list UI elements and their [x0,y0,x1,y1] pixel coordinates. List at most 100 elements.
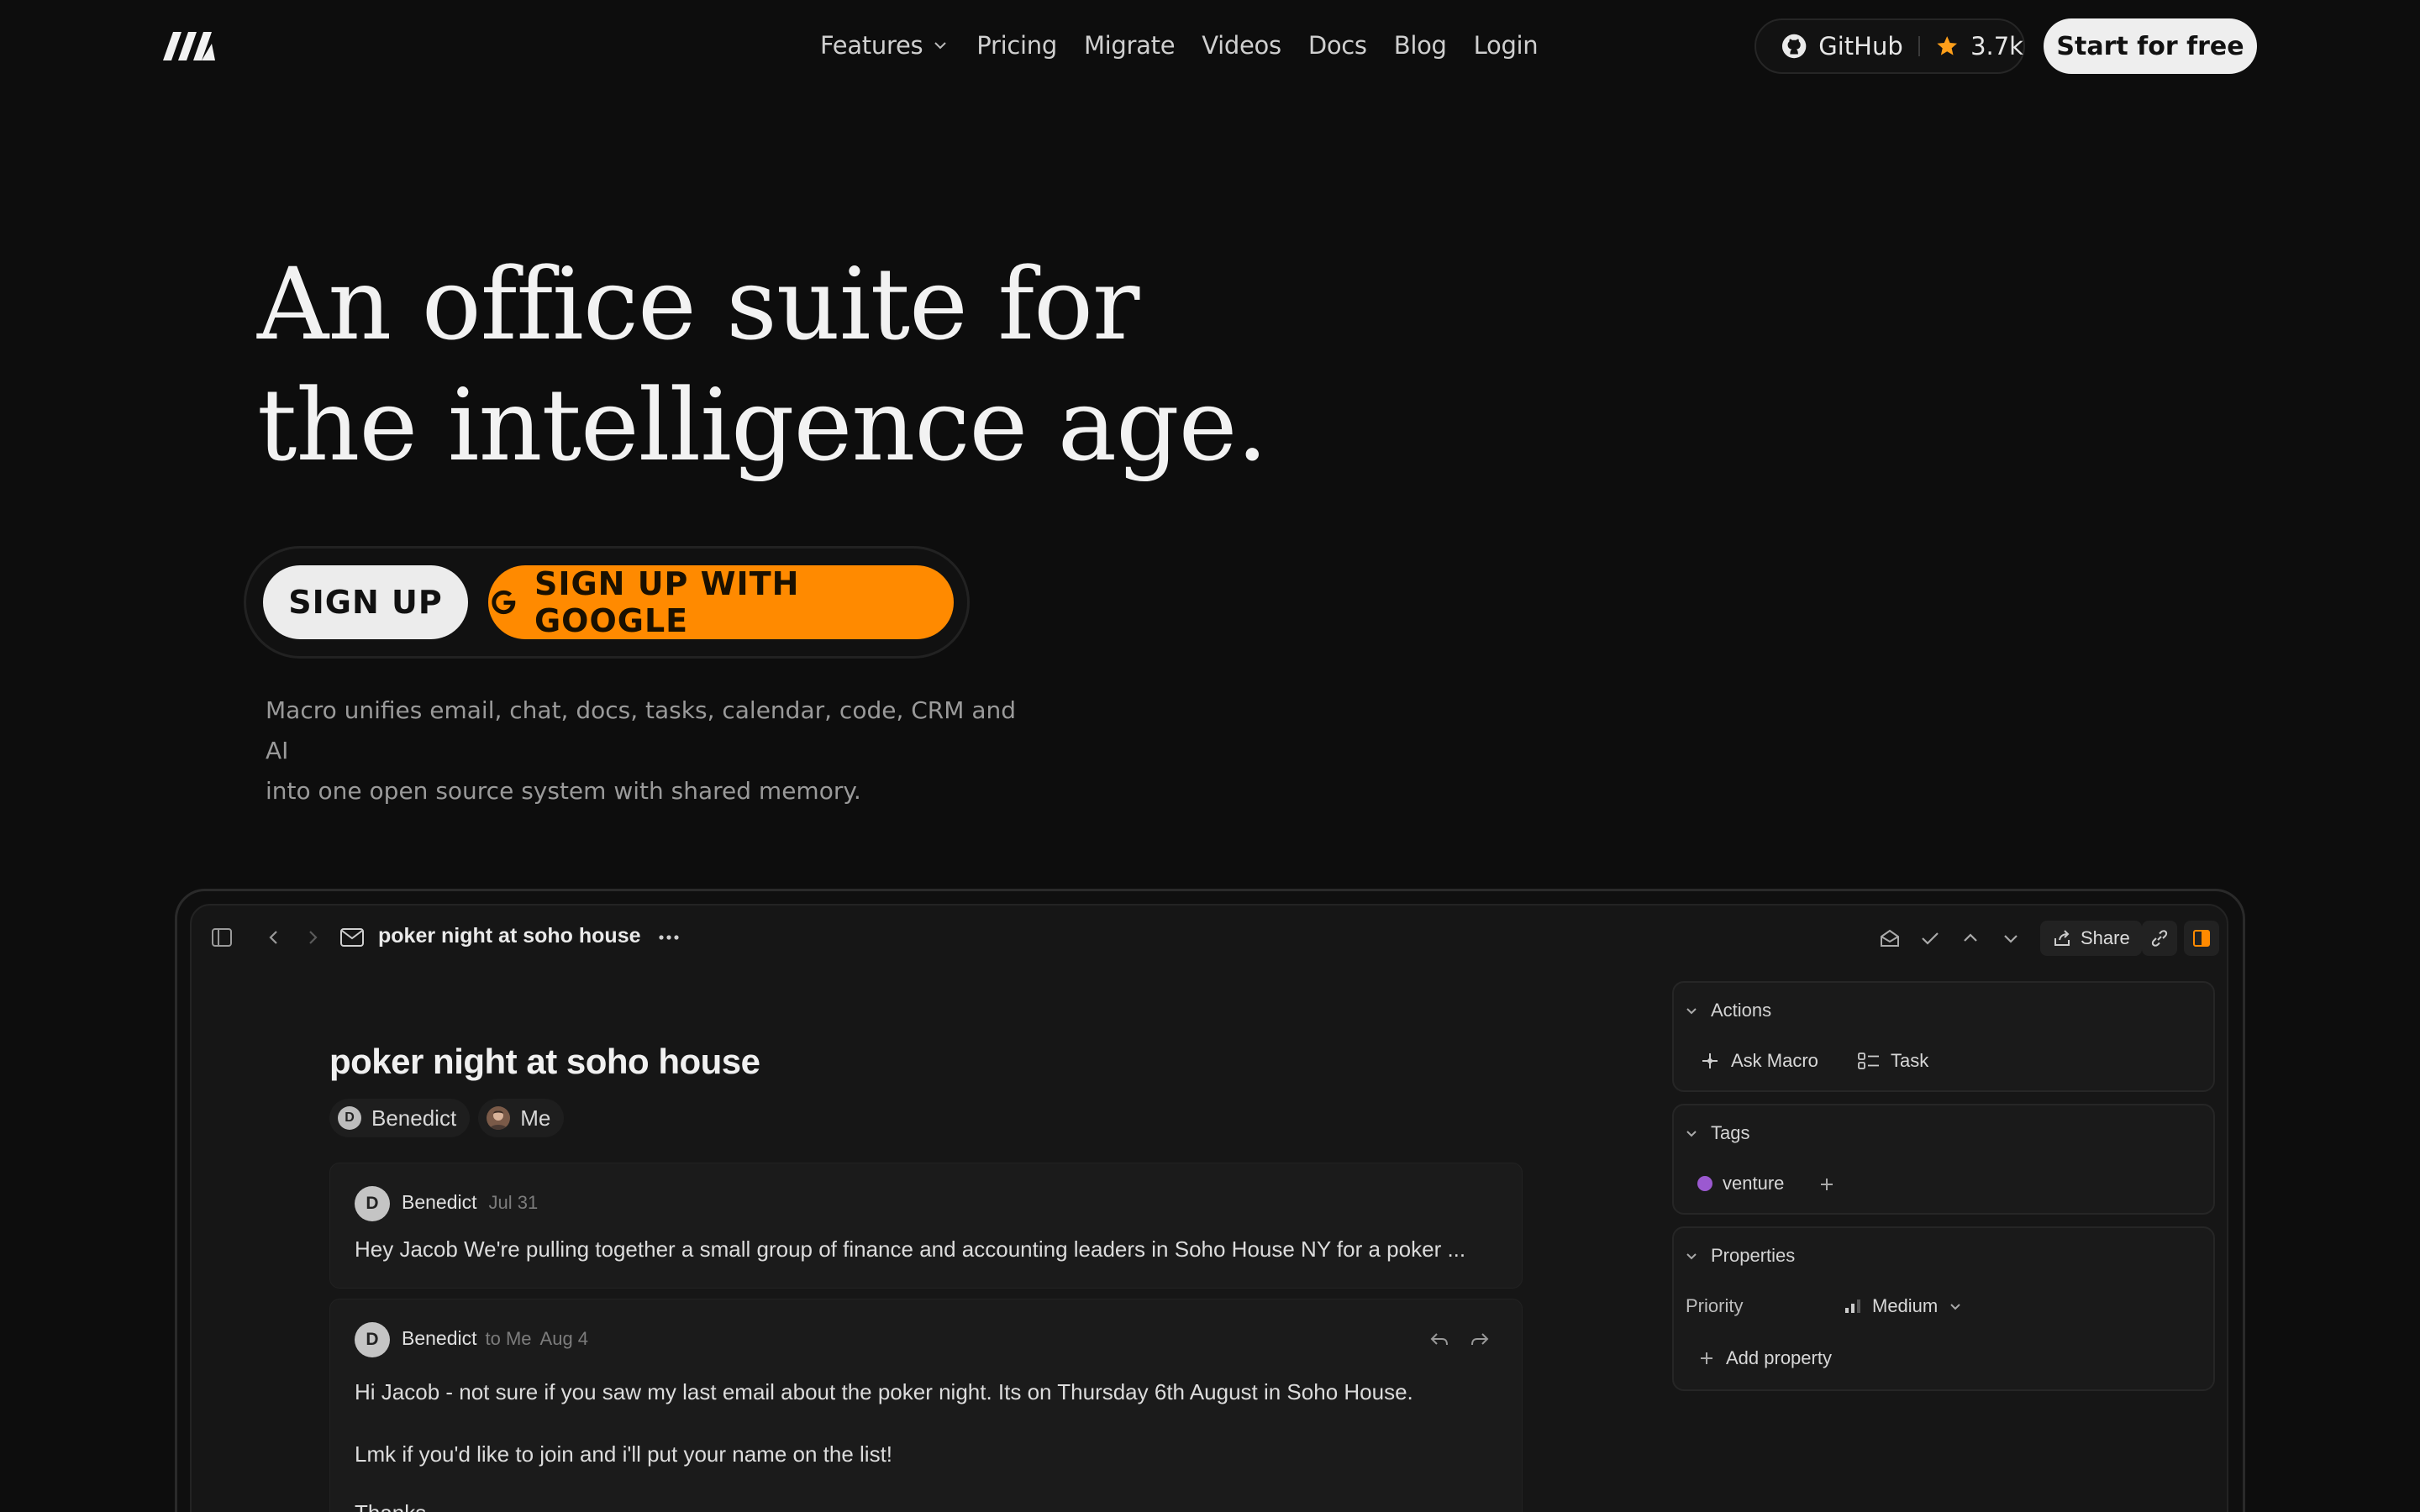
check-icon[interactable] [1919,927,1941,949]
task-icon [1858,1053,1879,1069]
participant-name: Benedict [371,1105,457,1131]
divider [1918,36,1920,56]
nav-links: Features Pricing Migrate Videos Docs Blo… [820,22,1539,69]
mark-read-icon[interactable] [1879,927,1901,949]
more-icon[interactable] [657,927,681,948]
cta-group: SIGN UP SIGN UP WITH GOOGLE [244,546,970,659]
sidebar-toggle-icon[interactable] [210,926,234,949]
google-icon [492,590,516,615]
panel-toggle-button[interactable] [2183,921,2219,956]
share-button[interactable]: Share [2040,921,2142,956]
tag-chip[interactable]: venture [1697,1173,1784,1194]
nav-features-label: Features [820,31,923,60]
task-label: Task [1891,1050,1929,1071]
chevron-down-icon [934,42,947,50]
hero-subtitle: Macro unifies email, chat, docs, tasks, … [266,690,1022,811]
message-card[interactable] [329,1163,1523,1289]
properties-header[interactable]: Properties [1684,1245,1795,1267]
window-title: poker night at soho house [378,924,641,948]
tag-label: venture [1723,1173,1785,1194]
message-body-line: Lmk if you'd like to join and i'll put y… [355,1441,893,1467]
message-body-line: Thanks [355,1500,426,1512]
github-label: GitHub [1818,32,1903,60]
plus-icon [1701,1352,1712,1364]
add-property-button[interactable]: Add property [1697,1347,1832,1369]
priority-label: Priority [1686,1295,1744,1316]
star-icon [1937,36,1957,55]
message-recipient: to Me [485,1328,532,1349]
tags-header[interactable]: Tags [1684,1122,1749,1144]
sparkle-icon [1702,1053,1718,1068]
reply-icon[interactable] [1428,1329,1450,1351]
add-tag-icon[interactable] [1817,1174,1837,1194]
message-header: Benedict to Me Aug 4 [402,1327,588,1350]
start-for-free-button[interactable]: Start for free [2044,18,2257,74]
message-body-line: Hi Jacob - not sure if you saw my last e… [355,1379,1413,1404]
message-date: Aug 4 [539,1328,589,1349]
hero-title-line1: An office suite for [257,246,1139,362]
nav-blog[interactable]: Blog [1394,31,1447,60]
chevron-down-icon [1686,1131,1697,1137]
message-date: Jul 31 [488,1192,539,1213]
nav-login[interactable]: Login [1474,31,1539,60]
participants: D Benedict Me [329,1099,565,1137]
hero-subtitle-line2: into one open source system with shared … [266,777,861,805]
copy-link-button[interactable] [2141,921,2177,956]
avatar: D [355,1186,390,1221]
back-icon[interactable] [264,927,284,948]
avatar: D [338,1106,361,1130]
avatar [487,1106,511,1130]
priority-select[interactable]: Medium [1844,1295,1963,1317]
tags-panel [1672,1104,2215,1215]
github-stars: 3.7k [1970,32,2023,60]
panel-icon [2192,930,2210,947]
priority-value: Medium [1872,1295,1939,1316]
hero-subtitle-line1: Macro unifies email, chat, docs, tasks, … [266,696,1016,764]
sender-name: Benedict [402,1327,477,1349]
ask-macro-label: Ask Macro [1731,1050,1818,1071]
add-property-label: Add property [1726,1347,1832,1368]
share-label: Share [2081,927,2130,948]
avatar: D [355,1322,390,1357]
nav-migrate[interactable]: Migrate [1084,31,1176,60]
signal-bars-icon [1845,1299,1860,1313]
nav-docs[interactable]: Docs [1308,31,1367,60]
chevron-up-icon[interactable] [1960,927,1981,949]
nav-videos[interactable]: Videos [1202,31,1281,60]
tag-color-dot [1697,1176,1712,1191]
google-label: SIGN UP WITH GOOGLE [534,565,800,639]
github-icon [1781,34,1807,59]
message-header: Benedict Jul 31 [402,1191,538,1214]
mail-icon [340,928,364,947]
forward-icon[interactable] [302,927,323,948]
window-toolbar: Share [1879,921,2219,956]
tags-title: Tags [1711,1122,1750,1143]
actions-panel [1672,981,2215,1092]
chevron-down-icon [1686,1008,1697,1015]
participant-name: Me [520,1105,551,1131]
participant-chip[interactable]: D Benedict [329,1099,471,1137]
mail-title: poker night at soho house [329,1042,760,1081]
chevron-down-icon[interactable] [2000,927,2022,949]
actions-title: Actions [1711,1000,1772,1021]
top-nav: Features Pricing Migrate Videos Docs Blo… [0,18,2420,74]
chevron-down-icon [1686,1253,1697,1260]
nav-features[interactable]: Features [820,31,950,60]
share-icon [2054,930,2070,946]
chevron-down-icon [1950,1304,1960,1310]
hero-title-line2: the intelligence age. [257,367,1268,483]
link-icon [2151,930,2167,947]
task-button[interactable]: Task [1857,1050,1928,1072]
ask-macro-button[interactable]: Ask Macro [1699,1050,1818,1072]
github-button[interactable]: GitHub 3.7k [1754,18,2025,74]
hero-title: An office suite for the intelligence age… [257,244,1349,486]
message-preview: Hey Jacob We're pulling together a small… [355,1236,1466,1262]
participant-chip[interactable]: Me [478,1099,565,1137]
nav-pricing[interactable]: Pricing [976,31,1057,60]
sign-up-with-google-button[interactable]: SIGN UP WITH GOOGLE [488,565,954,639]
sign-up-button[interactable]: SIGN UP [263,565,468,639]
forward-mail-icon[interactable] [1469,1329,1491,1351]
actions-header[interactable]: Actions [1684,1000,1771,1021]
properties-title: Properties [1711,1245,1796,1266]
sender-name: Benedict [402,1191,477,1213]
